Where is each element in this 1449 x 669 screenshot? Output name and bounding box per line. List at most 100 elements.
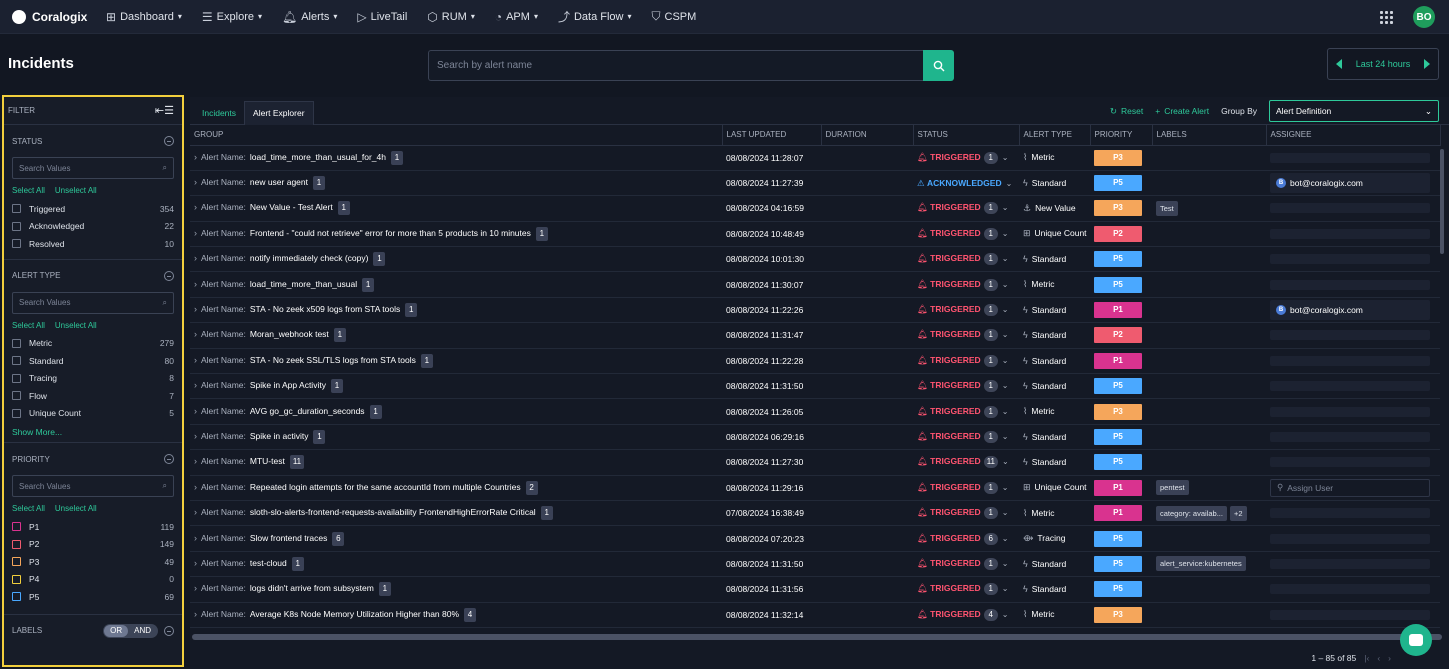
status-search-values[interactable]: Search Values ⌕ [12, 157, 174, 179]
chevron-right-icon[interactable]: › [194, 507, 197, 517]
table-row[interactable]: › Alert Name: logs didn't arrive from subs… [190, 576, 1440, 603]
status-cell[interactable]: 🔔︎ TRIGGERED 11 ⌄ [913, 449, 1019, 476]
vertical-scrollbar[interactable] [1440, 149, 1444, 254]
assignee-cell[interactable] [1266, 576, 1440, 603]
chevron-right-icon[interactable]: › [194, 482, 197, 492]
alert-search[interactable] [428, 50, 923, 81]
chevron-down-icon[interactable]: ⌄ [1002, 254, 1009, 263]
chevron-right-icon[interactable]: › [194, 609, 197, 619]
horizontal-scrollbar[interactable] [192, 634, 1442, 640]
column-header-last-updated[interactable]: LAST UPDATED [722, 125, 822, 146]
filter-option[interactable]: P4 0 [12, 571, 174, 589]
assignee-cell[interactable] [1266, 449, 1440, 476]
chevron-right-icon[interactable]: › [194, 355, 197, 365]
checkbox[interactable] [12, 391, 21, 401]
column-header-labels[interactable]: LABELS [1152, 125, 1267, 146]
assign-user-input[interactable]: ⚲ Assign User [1270, 478, 1430, 497]
group-cell[interactable]: › Alert Name: logs didn't arrive from subs… [190, 576, 722, 603]
filter-option[interactable]: Metric 279 [12, 335, 174, 353]
status-cell[interactable]: 🔔︎ TRIGGERED 1 ⌄ [913, 322, 1019, 349]
assignee-cell[interactable] [1266, 271, 1440, 298]
label-chip[interactable]: +2 [1229, 505, 1247, 521]
tab-incidents[interactable]: Incidents [194, 101, 244, 125]
table-row[interactable]: › Alert Name: Average K8s Node Memory Util… [190, 602, 1440, 628]
group-cell[interactable]: › Alert Name: Average K8s Node Memory Util… [190, 602, 722, 628]
select-all-link[interactable]: Select All [12, 186, 45, 198]
chevron-right-icon[interactable]: › [194, 253, 197, 263]
checkbox[interactable] [12, 239, 21, 249]
label-chip[interactable]: category: availab... [1156, 505, 1227, 521]
table-row[interactable]: › Alert Name: test-cloud 1 08/08/2024 11:31:… [190, 551, 1440, 578]
prev-page-icon[interactable]: ‹ [1377, 653, 1380, 663]
assignee-placeholder[interactable] [1270, 406, 1430, 417]
nav-item-data-flow[interactable]: ⤴ Data Flow ▾ [558, 8, 632, 25]
time-range-picker[interactable]: Last 24 hours [1327, 48, 1439, 80]
filter-option[interactable]: P1 119 [12, 518, 174, 536]
table-row[interactable]: › Alert Name: load_time_more_than_usual_fo… [190, 145, 1440, 171]
next-page-icon[interactable]: › [1388, 653, 1391, 663]
chat-support-button[interactable] [1400, 624, 1432, 656]
assignee-chip[interactable]: Bbot@coralogix.com [1270, 173, 1430, 194]
assignee-cell[interactable] [1266, 145, 1440, 171]
toggle-or[interactable]: OR [104, 624, 129, 637]
checkbox[interactable] [12, 373, 21, 383]
chevron-right-icon[interactable]: › [194, 228, 197, 238]
assignee-cell[interactable] [1266, 322, 1440, 349]
chevron-right-icon[interactable]: › [194, 583, 197, 593]
nav-item-alerts[interactable]: 🔔︎ Alerts ▾ [282, 10, 337, 24]
status-cell[interactable]: 🔔︎ TRIGGERED 1 ⌄ [913, 398, 1019, 425]
chevron-down-icon[interactable]: ⌄ [1002, 330, 1009, 339]
unselect-all-link[interactable]: Unselect All [55, 186, 97, 198]
assignee-placeholder[interactable] [1270, 584, 1430, 595]
chevron-down-icon[interactable]: ⌄ [1002, 280, 1009, 289]
status-cell[interactable]: 🔔︎ TRIGGERED 4 ⌄ [913, 602, 1019, 628]
status-cell[interactable]: 🔔︎ TRIGGERED 1 ⌄ [913, 348, 1019, 375]
label-chip[interactable]: Test [1156, 200, 1178, 216]
status-cell[interactable]: 🔔︎ TRIGGERED 1 ⌄ [913, 145, 1019, 171]
chevron-right-icon[interactable]: › [194, 202, 197, 212]
checkbox[interactable] [12, 221, 21, 231]
table-row[interactable]: › Alert Name: STA - No zeek x509 logs from… [190, 297, 1440, 324]
assignee-placeholder[interactable] [1270, 228, 1430, 239]
group-cell[interactable]: › Alert Name: New Value - Test Alert 1 [190, 195, 722, 222]
column-header-status[interactable]: STATUS [913, 125, 1020, 146]
chevron-down-icon[interactable]: ⌄ [1002, 610, 1009, 619]
checkbox[interactable] [12, 557, 21, 567]
checkbox[interactable] [12, 356, 21, 366]
nav-item-dashboard[interactable]: ⊞ Dashboard ▾ [106, 10, 182, 24]
status-cell[interactable]: 🔔︎ TRIGGERED 1 ⌄ [913, 424, 1019, 451]
column-header-priority[interactable]: PRIORITY [1090, 125, 1153, 146]
group-cell[interactable]: › Alert Name: load_time_more_than_usual 1 [190, 271, 722, 298]
next-range-icon[interactable] [1423, 59, 1430, 69]
group-by-select[interactable]: Alert Definition ⌄ [1269, 100, 1439, 122]
filter-option[interactable]: Standard 80 [12, 352, 174, 370]
group-cell[interactable]: › Alert Name: STA - No zeek x509 logs from… [190, 297, 722, 324]
assignee-placeholder[interactable] [1270, 152, 1430, 163]
assignee-placeholder[interactable] [1270, 203, 1430, 214]
chevron-down-icon[interactable]: ⌄ [1002, 584, 1009, 593]
checkbox[interactable] [12, 408, 21, 418]
group-cell[interactable]: › Alert Name: STA - No zeek SSL/TLS logs f… [190, 348, 722, 375]
chevron-down-icon[interactable]: ⌄ [1002, 356, 1009, 365]
checkbox[interactable] [12, 338, 21, 348]
assignee-cell[interactable] [1266, 500, 1440, 527]
assignee-cell[interactable] [1266, 398, 1440, 425]
select-all-link[interactable]: Select All [12, 321, 45, 333]
chevron-right-icon[interactable]: › [194, 152, 197, 162]
chevron-down-icon[interactable]: ⌄ [1002, 203, 1009, 212]
table-row[interactable]: › Alert Name: new user agent 1 08/08/2024 11… [190, 170, 1440, 197]
status-cell[interactable]: 🔔︎ TRIGGERED 1 ⌄ [913, 500, 1019, 527]
table-row[interactable]: › Alert Name: STA - No zeek SSL/TLS logs f… [190, 348, 1440, 375]
status-cell[interactable]: 🔔︎ TRIGGERED 1 ⌄ [913, 373, 1019, 400]
assignee-placeholder[interactable] [1270, 355, 1430, 366]
nav-item-livetail[interactable]: ▷ LiveTail [357, 10, 407, 24]
group-cell[interactable]: › Alert Name: Spike in activity 1 [190, 424, 722, 451]
chevron-right-icon[interactable]: › [194, 406, 197, 416]
filter-option[interactable]: P3 49 [12, 553, 174, 571]
toggle-and[interactable]: AND [128, 625, 157, 637]
checkbox[interactable] [12, 204, 21, 214]
group-cell[interactable]: › Alert Name: Frontend - "could not retrie… [190, 221, 722, 248]
collapse-section-icon[interactable] [164, 625, 174, 636]
labels-or-and-toggle[interactable]: OR AND [103, 623, 158, 638]
status-cell[interactable]: 🔔︎ TRIGGERED 1 ⌄ [913, 271, 1019, 298]
